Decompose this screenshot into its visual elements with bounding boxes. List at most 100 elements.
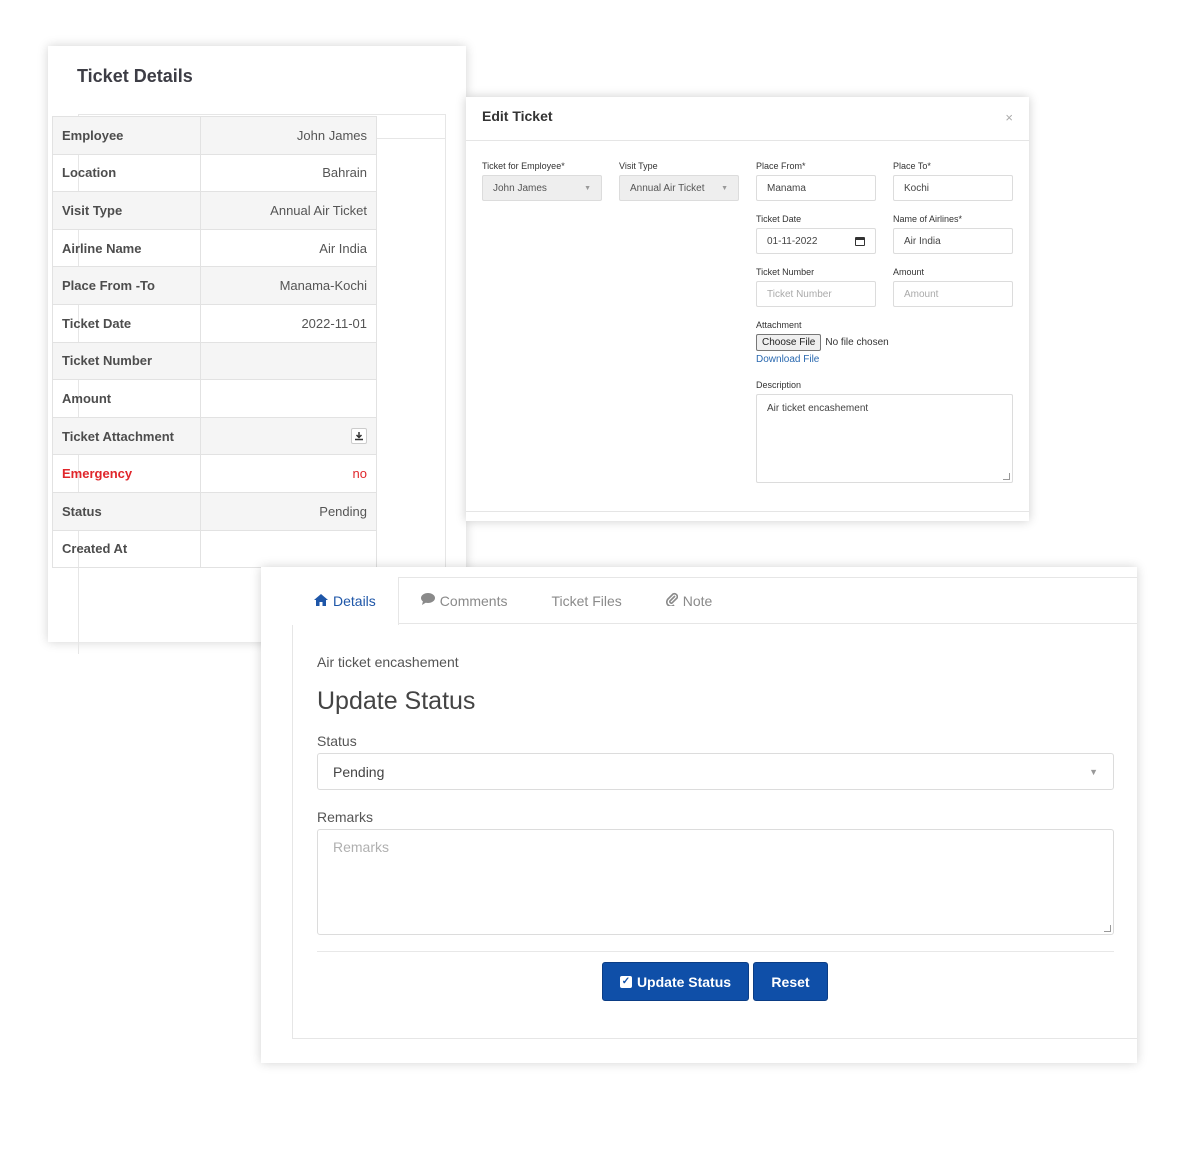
table-row: Visit Type Annual Air Ticket <box>52 191 377 230</box>
ticket-date-input[interactable]: 01-11-2022 <box>756 228 876 254</box>
place-from-value: Manama <box>767 182 806 194</box>
employee-field-group: Ticket for Employee* John James ▼ <box>482 161 602 201</box>
download-icon[interactable] <box>351 428 367 445</box>
status-value: Pending <box>333 763 385 780</box>
ticket-date-label: Ticket Date <box>756 214 802 224</box>
row-label: Ticket Date <box>52 303 201 343</box>
reset-button[interactable]: Reset <box>753 962 828 1001</box>
form-divider <box>317 951 1114 952</box>
employee-value: John James <box>493 182 547 194</box>
airline-field-group: Name of Airlines* Air India <box>893 214 1013 254</box>
description-value: Air ticket encashement <box>767 403 869 414</box>
row-label: Visit Type <box>52 191 201 230</box>
row-label: Created At <box>52 529 201 569</box>
row-value: Air India <box>200 228 377 268</box>
row-value: Bahrain <box>200 153 377 193</box>
tab-label: Note <box>682 592 713 609</box>
table-row: Amount <box>52 379 377 418</box>
tab-label: Details <box>333 593 376 609</box>
comment-icon <box>420 593 435 608</box>
tab-bar: Details Comments Ticket Files Note <box>292 577 1137 625</box>
remarks-placeholder: Remarks <box>333 839 390 855</box>
row-value: Pending <box>200 491 377 531</box>
place-to-value: Kochi <box>904 182 930 194</box>
resize-handle[interactable] <box>1003 473 1010 480</box>
visit-type-value: Annual Air Ticket <box>630 182 705 194</box>
description-textarea[interactable]: Air ticket encashement <box>756 394 1013 483</box>
attachment-field-group: Attachment Choose File No file chosen Do… <box>756 320 956 365</box>
row-value <box>200 341 377 381</box>
visit-type-select[interactable]: Annual Air Ticket ▼ <box>619 175 739 201</box>
update-status-button[interactable]: ✓ Update Status <box>602 962 749 1001</box>
modal-title: Edit Ticket <box>482 108 553 124</box>
status-label: Status <box>317 733 357 749</box>
no-file-text: No file chosen <box>825 337 889 348</box>
place-to-label: Place To* <box>893 161 931 171</box>
place-to-input[interactable]: Kochi <box>893 175 1013 201</box>
tab-details[interactable]: Details <box>292 577 399 625</box>
chevron-down-icon: ▼ <box>721 184 728 192</box>
ticket-date-field-group: Ticket Date 01-11-2022 <box>756 214 876 254</box>
table-row: Ticket Date 2022-11-01 <box>52 303 377 343</box>
tab-comments[interactable]: Comments <box>399 577 530 624</box>
row-label: Ticket Attachment <box>52 416 201 456</box>
amount-field-group: Amount Amount <box>893 267 1013 307</box>
place-from-field-group: Place From* Manama <box>756 161 876 201</box>
visit-type-label: Visit Type <box>619 161 658 171</box>
tab-note[interactable]: Note <box>644 577 735 624</box>
reset-button-label: Reset <box>771 973 810 990</box>
download-file-link[interactable]: Download File <box>756 354 956 365</box>
airline-input[interactable]: Air India <box>893 228 1013 254</box>
resize-handle[interactable] <box>1104 925 1111 932</box>
remarks-textarea[interactable]: Remarks <box>317 829 1114 935</box>
check-square-icon: ✓ <box>619 975 632 988</box>
section-title: Update Status <box>317 687 476 715</box>
attachment-label: Attachment <box>756 320 802 330</box>
employee-select[interactable]: John James ▼ <box>482 175 602 201</box>
edit-ticket-modal: Edit Ticket × Ticket for Employee* John … <box>466 97 1029 521</box>
ticket-number-input[interactable]: Ticket Number <box>756 281 876 307</box>
table-row: Place From -To Manama-Kochi <box>52 266 377 305</box>
row-value <box>200 529 377 569</box>
row-label: Place From -To <box>52 266 201 305</box>
row-label: Ticket Number <box>52 341 201 381</box>
chevron-down-icon: ▼ <box>584 184 591 192</box>
table-row: Airline Name Air India <box>52 228 377 268</box>
row-value: no <box>200 454 377 493</box>
ticket-description: Air ticket encashement <box>317 654 459 670</box>
airline-value: Air India <box>904 235 941 247</box>
description-field-group: Description Air ticket encashement <box>756 380 1016 483</box>
ticket-number-placeholder: Ticket Number <box>767 288 832 300</box>
table-row: Status Pending <box>52 491 377 531</box>
close-icon[interactable]: × <box>1005 110 1013 125</box>
file-input: Choose File No file chosen <box>756 334 956 351</box>
tab-label: Ticket Files <box>551 592 622 609</box>
place-from-input[interactable]: Manama <box>756 175 876 201</box>
status-select[interactable]: Pending ▼ <box>317 753 1114 790</box>
row-value <box>200 379 377 418</box>
chevron-down-icon: ▼ <box>1089 766 1098 777</box>
ticket-details-table: Employee John James Location Bahrain Vis… <box>52 116 377 569</box>
home-icon <box>314 593 328 609</box>
table-row: Employee John James <box>52 116 377 155</box>
update-status-panel: Details Comments Ticket Files Note Air t… <box>261 567 1137 1063</box>
table-row: Ticket Number <box>52 341 377 381</box>
ticket-number-field-group: Ticket Number Ticket Number <box>756 267 876 307</box>
tab-label: Comments <box>439 592 508 609</box>
place-from-label: Place From* <box>756 161 806 171</box>
airline-label: Name of Airlines* <box>893 214 963 224</box>
row-value: Manama-Kochi <box>200 266 377 305</box>
tab-ticket-files[interactable]: Ticket Files <box>529 577 643 624</box>
ticket-date-value: 01-11-2022 <box>767 235 818 247</box>
row-value <box>200 416 377 456</box>
row-label: Employee <box>52 116 201 155</box>
amount-label: Amount <box>893 267 925 277</box>
update-status-button-label: Update Status <box>636 973 732 990</box>
amount-input[interactable]: Amount <box>893 281 1013 307</box>
choose-file-button[interactable]: Choose File <box>756 334 822 351</box>
place-to-field-group: Place To* Kochi <box>893 161 1013 201</box>
table-row: Ticket Attachment <box>52 416 377 456</box>
calendar-icon[interactable] <box>855 236 865 246</box>
row-label: Location <box>52 153 201 193</box>
row-value: Annual Air Ticket <box>200 191 377 230</box>
